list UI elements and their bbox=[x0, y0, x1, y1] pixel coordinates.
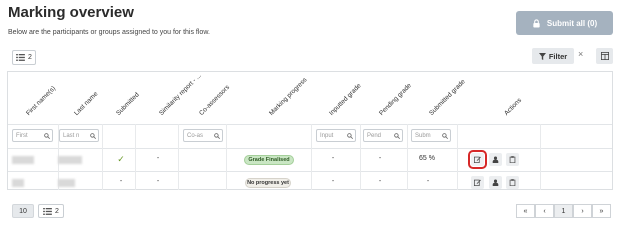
edit-icon bbox=[474, 156, 481, 163]
pending-grade-value: - bbox=[378, 178, 382, 185]
user-icon bbox=[492, 156, 499, 163]
first-name-redacted bbox=[12, 179, 24, 187]
first-page-button[interactable]: « bbox=[516, 204, 535, 218]
col-divider bbox=[178, 124, 179, 190]
header-last-name[interactable]: Last name bbox=[73, 91, 99, 117]
filter-button[interactable]: Filter bbox=[532, 48, 574, 64]
submitted-grade-value: - bbox=[426, 178, 430, 185]
user-icon bbox=[492, 179, 499, 186]
col-divider bbox=[360, 124, 361, 190]
lock-icon bbox=[533, 18, 540, 28]
coassessor-filter[interactable]: Co-as bbox=[183, 129, 223, 142]
group-count: 2 bbox=[28, 54, 32, 61]
search-icon bbox=[44, 132, 50, 139]
inputted-grade-filter[interactable]: Input bbox=[316, 129, 356, 142]
footer-group-count: 2 bbox=[55, 207, 59, 215]
assessor-button[interactable] bbox=[489, 176, 502, 189]
search-icon bbox=[442, 132, 448, 139]
current-page-button[interactable]: 1 bbox=[554, 204, 573, 218]
columns-button[interactable] bbox=[596, 48, 613, 64]
next-page-button[interactable]: › bbox=[573, 204, 592, 218]
header-first-name[interactable]: First name(s) bbox=[25, 85, 57, 117]
search-icon bbox=[90, 132, 96, 139]
submitted-grade-value: 65 % bbox=[419, 155, 435, 162]
inputted-grade-value: - bbox=[331, 155, 335, 162]
columns-icon bbox=[600, 52, 609, 60]
col-divider bbox=[102, 124, 103, 190]
pending-grade-filter-placeholder: Pend bbox=[367, 132, 382, 139]
search-icon bbox=[214, 132, 220, 139]
clipboard-button[interactable] bbox=[506, 153, 519, 166]
header-pending-grade[interactable]: Pending grade bbox=[378, 82, 413, 117]
group-toggle-button[interactable]: 2 bbox=[12, 50, 36, 65]
header-inputted-grade[interactable]: Inputted grade bbox=[328, 82, 363, 117]
header-coassessors[interactable]: Co-assessors bbox=[198, 84, 231, 117]
col-divider bbox=[311, 124, 312, 190]
prev-page-button[interactable]: ‹ bbox=[535, 204, 554, 218]
page-subtitle: Below are the participants or groups ass… bbox=[8, 29, 210, 36]
header-submitted-grade[interactable]: Submitted grade bbox=[428, 78, 467, 117]
footer-group-toggle-button[interactable]: 2 bbox=[38, 204, 64, 218]
clipboard-icon bbox=[509, 179, 516, 186]
list-icon bbox=[43, 207, 52, 215]
clipboard-icon bbox=[509, 156, 516, 163]
col-divider bbox=[135, 124, 136, 190]
col-divider bbox=[226, 124, 227, 190]
header-divider bbox=[8, 124, 612, 125]
header-actions: Actions bbox=[503, 96, 524, 117]
page-title: Marking overview bbox=[8, 4, 134, 21]
assessor-button[interactable] bbox=[489, 153, 502, 166]
edit-button[interactable] bbox=[471, 176, 484, 189]
header-submitted[interactable]: Submitted bbox=[115, 91, 141, 117]
coassessor-filter-placeholder: Co-as bbox=[187, 132, 204, 139]
col-divider bbox=[457, 124, 458, 190]
row-divider bbox=[8, 171, 612, 172]
last-page-button[interactable]: » bbox=[592, 204, 611, 218]
edit-button[interactable] bbox=[468, 150, 487, 169]
last-name-redacted bbox=[58, 179, 75, 187]
edit-icon bbox=[474, 179, 481, 186]
col-divider bbox=[407, 124, 408, 190]
header-similarity[interactable]: Similarity report - ... bbox=[158, 72, 203, 117]
similarity-value: - bbox=[156, 178, 160, 185]
search-icon bbox=[394, 132, 400, 139]
header-marking-progress[interactable]: Marking progress bbox=[268, 77, 308, 117]
first-name-redacted bbox=[12, 156, 34, 164]
first-name-filter[interactable]: First bbox=[12, 129, 53, 142]
search-icon bbox=[347, 132, 353, 139]
filter-label: Filter bbox=[548, 51, 568, 61]
status-badge: Grade Finalised bbox=[244, 155, 294, 165]
submitted-check-icon: ✓ bbox=[117, 154, 125, 164]
last-name-filter-placeholder: Last n bbox=[63, 132, 80, 139]
clipboard-button[interactable] bbox=[506, 176, 519, 189]
submitted-grade-filter-placeholder: Subm bbox=[415, 132, 431, 139]
list-icon bbox=[16, 54, 25, 61]
first-name-filter-placeholder: First bbox=[16, 132, 28, 139]
similarity-value: - bbox=[156, 155, 160, 162]
inputted-grade-filter-placeholder: Input bbox=[320, 132, 334, 139]
page-size-select[interactable]: 10 bbox=[12, 204, 34, 218]
submitted-grade-filter[interactable]: Subm bbox=[411, 129, 451, 142]
inputted-grade-value: - bbox=[331, 178, 335, 185]
col-divider bbox=[540, 124, 541, 190]
submitted-value: - bbox=[119, 178, 123, 185]
last-name-filter[interactable]: Last n bbox=[59, 129, 99, 142]
last-name-redacted bbox=[58, 156, 82, 164]
submit-all-label: Submit all (0) bbox=[546, 18, 598, 28]
pending-grade-value: - bbox=[378, 155, 382, 162]
clear-filter-button[interactable]: × bbox=[578, 49, 583, 59]
status-badge: No progress yet bbox=[245, 178, 291, 188]
filter-divider bbox=[8, 148, 612, 149]
page-size-value: 10 bbox=[19, 207, 27, 215]
filter-icon bbox=[538, 52, 546, 60]
participants-table: First name(s) Last name Submitted Simila… bbox=[7, 71, 613, 190]
submit-all-button[interactable]: Submit all (0) bbox=[516, 11, 613, 35]
pending-grade-filter[interactable]: Pend bbox=[363, 129, 403, 142]
